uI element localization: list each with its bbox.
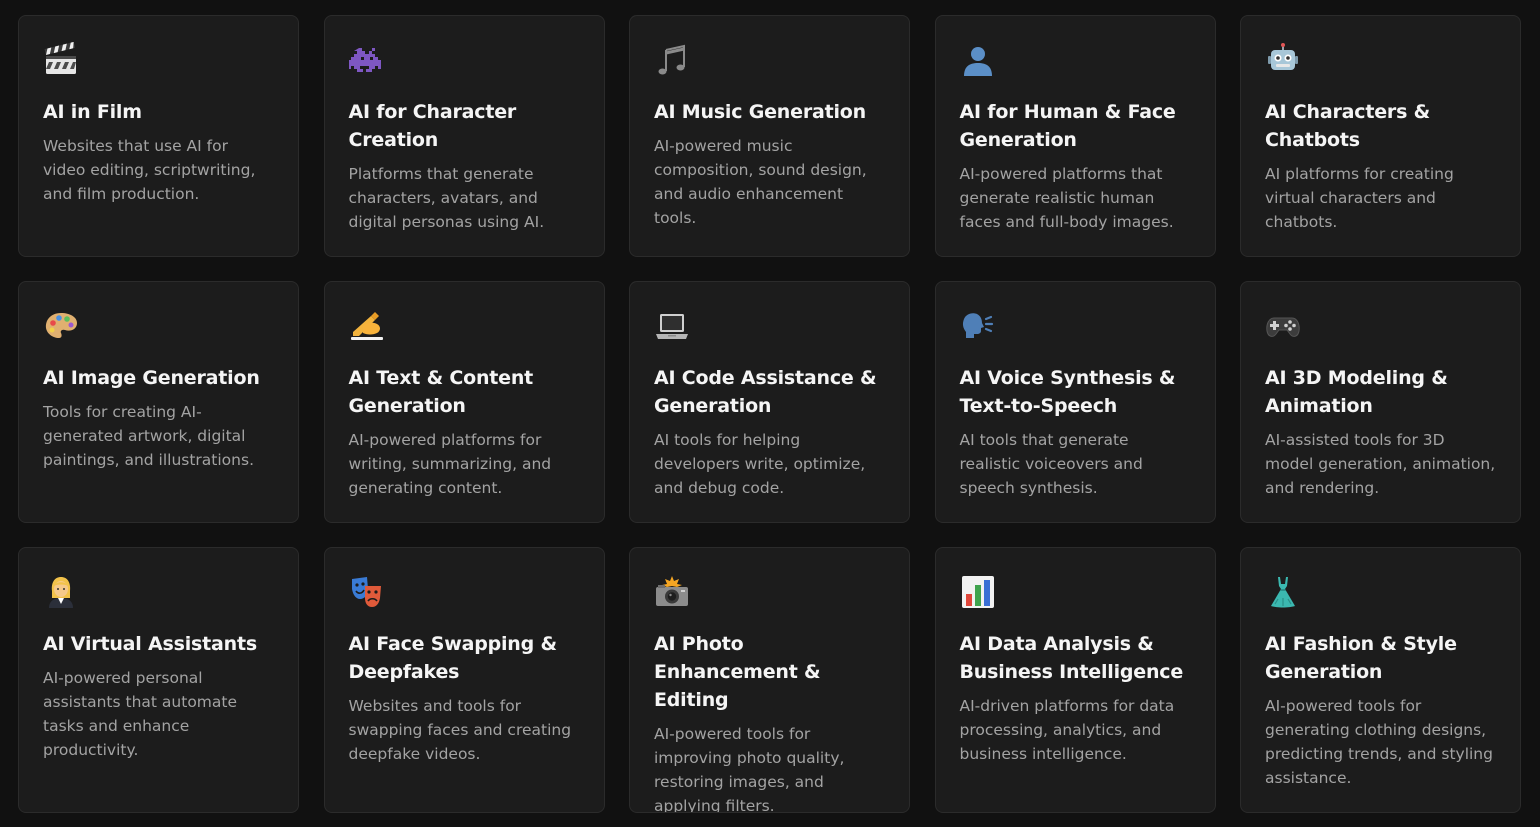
card-title: AI for Human & Face Generation [959, 101, 1176, 151]
card-title: AI 3D Modeling & Animation [1265, 367, 1448, 417]
card-description: AI tools that generate realistic voiceov… [959, 431, 1143, 497]
dress-icon [1265, 574, 1301, 610]
writing-hand-icon [349, 308, 385, 344]
category-card-ai-in-film[interactable]: AI in Film Websites that use AI for vide… [18, 15, 299, 257]
card-description: AI-powered music composition, sound desi… [654, 137, 867, 227]
category-card-characters-chatbots[interactable]: AI Characters & Chatbots AI platforms fo… [1240, 15, 1521, 257]
card-title: AI for Character Creation [348, 101, 517, 151]
card-title: AI Face Swapping & Deepfakes [348, 633, 558, 683]
category-card-face-swapping[interactable]: AI Face Swapping & Deepfakes Websites an… [323, 547, 605, 813]
card-title: AI Data Analysis & Business Intelligence [959, 633, 1184, 683]
musical-notes-icon [654, 42, 690, 78]
category-card-fashion-style[interactable]: AI Fashion & Style Generation AI-powered… [1240, 547, 1521, 813]
category-card-voice-synthesis[interactable]: AI Voice Synthesis & Text-to-Speech AI t… [934, 281, 1216, 523]
category-card-virtual-assistants[interactable]: AI Virtual Assistants AI-powered persona… [18, 547, 299, 813]
camera-flash-icon [654, 574, 690, 610]
category-card-character-creation[interactable]: AI for Character Creation Platforms that… [323, 15, 605, 257]
card-title: AI Text & Content Generation [348, 367, 534, 417]
card-title: AI Voice Synthesis & Text-to-Speech [959, 367, 1176, 417]
category-card-image-generation[interactable]: AI Image Generation Tools for creating A… [18, 281, 299, 523]
robot-icon [1265, 42, 1301, 78]
artist-palette-icon [43, 308, 79, 344]
laptop-icon [654, 308, 690, 344]
card-description: Websites and tools for swapping faces an… [348, 697, 572, 763]
person-silhouette-icon [960, 42, 996, 78]
category-card-human-face-generation[interactable]: AI for Human & Face Generation AI-powere… [934, 15, 1216, 257]
category-card-photo-enhancement[interactable]: AI Photo Enhancement & Editing AI-powere… [629, 547, 910, 813]
office-worker-icon [43, 574, 79, 610]
card-description: AI-powered personal assistants that auto… [43, 669, 238, 759]
category-card-3d-modeling[interactable]: AI 3D Modeling & Animation AI-assisted t… [1240, 281, 1521, 523]
category-card-music-generation[interactable]: AI Music Generation AI-powered music com… [629, 15, 910, 257]
game-controller-icon [1265, 308, 1301, 344]
alien-monster-icon [348, 42, 385, 78]
card-title: AI Image Generation [43, 367, 260, 389]
bar-chart-icon [960, 574, 996, 610]
speaking-head-icon [960, 308, 996, 344]
category-card-code-assistance[interactable]: AI Code Assistance & Generation AI tools… [629, 281, 910, 523]
card-description: Websites that use AI for video editing, … [43, 137, 256, 203]
card-description: AI-powered platforms for writing, summar… [348, 431, 552, 497]
card-description: AI platforms for creating virtual charac… [1265, 165, 1454, 231]
card-description: Tools for creating AI-generated artwork,… [43, 403, 254, 469]
card-title: AI in Film [43, 101, 142, 123]
card-title: AI Characters & Chatbots [1265, 101, 1430, 151]
card-title: AI Photo Enhancement & Editing [654, 633, 821, 711]
card-description: AI-driven platforms for data processing,… [959, 697, 1175, 763]
category-grid: AI in Film Websites that use AI for vide… [18, 15, 1521, 813]
card-description: AI-assisted tools for 3D model generatio… [1265, 431, 1496, 497]
card-description: AI-powered platforms that generate reali… [959, 165, 1174, 231]
category-card-data-analysis[interactable]: AI Data Analysis & Business Intelligence… [934, 547, 1216, 813]
card-title: AI Virtual Assistants [43, 633, 257, 655]
card-description: AI tools for helping developers write, o… [654, 431, 866, 497]
card-description: Platforms that generate characters, avat… [348, 165, 545, 231]
card-title: AI Code Assistance & Generation [654, 367, 877, 417]
category-card-text-content-generation[interactable]: AI Text & Content Generation AI-powered … [323, 281, 605, 523]
card-title: AI Music Generation [654, 101, 866, 123]
clapperboard-icon [43, 42, 79, 78]
card-description: AI-powered tools for generating clothing… [1265, 697, 1493, 787]
card-title: AI Fashion & Style Generation [1265, 633, 1457, 683]
theater-masks-icon [349, 574, 385, 610]
card-description: AI-powered tools for improving photo qua… [654, 725, 845, 813]
